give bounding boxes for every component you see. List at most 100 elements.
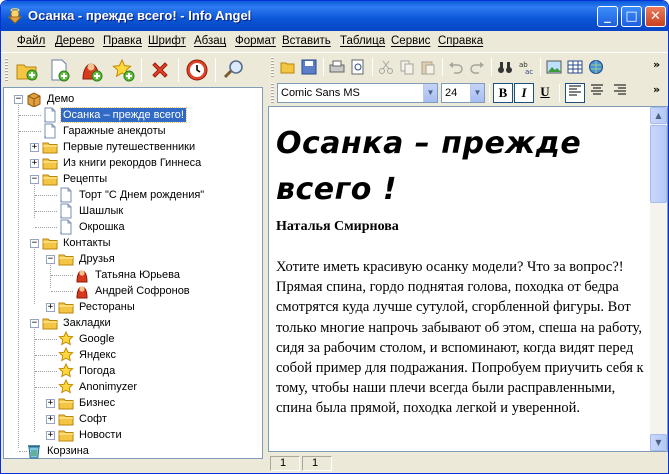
expand-toggle[interactable]: + — [30, 159, 39, 168]
tree-item-sofronov[interactable]: Андрей Софронов — [74, 283, 192, 299]
tree-item-google[interactable]: Google — [58, 331, 116, 347]
title-bar[interactable]: Осанка - прежде всего! - Info Angel _ □ … — [1, 1, 668, 31]
collapse-toggle[interactable]: − — [14, 95, 23, 104]
add-note-button[interactable] — [45, 56, 73, 84]
tree-item-puteshestvenniki[interactable]: Первые путешественники — [42, 139, 197, 155]
tree-item-osanka[interactable]: Осанка – прежде всего! — [42, 107, 187, 123]
maximize-button[interactable]: □ — [621, 6, 642, 27]
menu-insert[interactable]: Вставить — [282, 35, 331, 47]
paste-button[interactable] — [418, 57, 438, 77]
tree-item-tort[interactable]: Торт "С Днем рождения" — [58, 187, 206, 203]
tree-item-yurieva[interactable]: Татьяна Юрьева — [74, 267, 182, 283]
folder-icon — [58, 299, 74, 315]
collapse-toggle[interactable]: − — [46, 255, 55, 264]
search-button[interactable] — [220, 56, 248, 84]
add-contact-button[interactable] — [77, 56, 105, 84]
menu-file[interactable]: Файл — [17, 35, 45, 47]
expand-toggle[interactable]: + — [46, 399, 55, 408]
collapse-toggle[interactable]: − — [30, 319, 39, 328]
toolbar-grip[interactable] — [5, 58, 8, 82]
toolbar-grip[interactable] — [271, 57, 274, 77]
menu-tree[interactable]: Дерево — [55, 35, 94, 47]
scroll-thumb[interactable] — [650, 125, 667, 203]
align-center-button[interactable] — [587, 83, 607, 103]
tree-item-anekdoty[interactable]: Гаражные анекдоты — [42, 123, 168, 139]
tree-item-ginnes[interactable]: Из книги рекордов Гиннеса — [42, 155, 203, 171]
expand-toggle[interactable]: + — [46, 415, 55, 424]
scroll-down-button[interactable]: ▼ — [650, 434, 667, 451]
tree-item-pogoda[interactable]: Погода — [58, 363, 117, 379]
align-right-button[interactable] — [610, 83, 630, 103]
toolbar-overflow-chevron[interactable]: » — [653, 83, 660, 96]
status-column: 1 — [302, 456, 332, 471]
tree-item-anonimyzer[interactable]: Anonimyzer — [58, 379, 139, 395]
italic-button[interactable]: I — [514, 83, 534, 103]
font-size-select[interactable]: 24 ▼ — [441, 83, 485, 103]
scroll-up-button[interactable]: ▲ — [650, 107, 667, 124]
save-button[interactable] — [299, 57, 319, 77]
underline-button[interactable]: U — [535, 83, 555, 103]
toolbar-overflow-chevron[interactable]: » — [653, 58, 660, 71]
reminder-button[interactable] — [183, 56, 211, 84]
tree-item-biznes[interactable]: Бизнес — [58, 395, 117, 411]
expand-toggle[interactable]: + — [46, 431, 55, 440]
minimize-button[interactable]: _ — [597, 6, 618, 27]
notes-tree[interactable]: − Демо Осанка – прежде всего! Гаражные а… — [3, 87, 263, 459]
insert-picture-button[interactable] — [544, 57, 564, 77]
tree-item-shashlyk[interactable]: Шашлык — [58, 203, 125, 219]
copy-button[interactable] — [397, 57, 417, 77]
insert-table-button[interactable] — [565, 57, 585, 77]
replace-button[interactable]: ab ac — [516, 57, 536, 77]
redo-button[interactable] — [467, 57, 487, 77]
chevron-down-icon[interactable]: ▼ — [470, 84, 484, 102]
close-button[interactable]: ✕ — [645, 6, 666, 27]
font-family-select[interactable]: Comic Sans MS ▼ — [277, 83, 438, 103]
expand-toggle[interactable]: + — [46, 303, 55, 312]
menu-edit[interactable]: Правка — [103, 35, 142, 47]
tree-item-restorany[interactable]: Рестораны — [58, 299, 137, 315]
tree-item-recepty[interactable]: Рецепты — [42, 171, 109, 187]
menu-font[interactable]: Шрифт — [148, 35, 186, 47]
align-left-button[interactable] — [565, 83, 585, 103]
collapse-toggle[interactable]: − — [30, 175, 39, 184]
add-folder-button[interactable] — [13, 56, 41, 84]
menu-service[interactable]: Сервис — [391, 35, 430, 47]
bold-button[interactable]: B — [493, 83, 513, 103]
add-bookmark-button[interactable] — [109, 56, 137, 84]
tree-item-druzya[interactable]: Друзья — [58, 251, 117, 267]
editor-scrollbar[interactable]: ▲ ▼ — [650, 107, 667, 451]
cut-button[interactable] — [376, 57, 396, 77]
tree-item-okroshka[interactable]: Окрошка — [58, 219, 127, 235]
expand-toggle[interactable]: + — [30, 143, 39, 152]
menu-paragraph[interactable]: Абзац — [194, 35, 226, 47]
collapse-toggle[interactable]: − — [30, 239, 39, 248]
align-center-icon — [591, 84, 603, 95]
paste-icon — [421, 61, 435, 75]
note-icon — [58, 203, 74, 219]
document-author: Наталья Смирнова — [276, 219, 399, 234]
open-button[interactable] — [278, 57, 298, 77]
print-preview-button[interactable] — [348, 57, 368, 77]
toolbar-grip[interactable] — [271, 83, 274, 103]
tree-item-yandex[interactable]: Яндекс — [58, 347, 118, 363]
find-button[interactable] — [495, 57, 515, 77]
tree-item-novosti[interactable]: Новости — [58, 427, 124, 443]
menu-format[interactable]: Формат — [235, 35, 276, 47]
tree-item-demo[interactable]: Демо — [26, 91, 76, 107]
menu-table[interactable]: Таблица — [340, 35, 385, 47]
note-editor[interactable]: Осанка – прежде всего ! Наталья Смирнова… — [268, 106, 668, 452]
undo-button[interactable] — [446, 57, 466, 77]
status-line: 1 — [270, 456, 300, 471]
toolbar-separator — [323, 58, 324, 76]
tree-item-zakladki[interactable]: Закладки — [42, 315, 113, 331]
delete-button[interactable] — [146, 56, 174, 84]
print-button[interactable] — [327, 57, 347, 77]
clock-icon — [186, 59, 208, 81]
chevron-down-icon[interactable]: ▼ — [423, 84, 437, 102]
menu-help[interactable]: Справка — [438, 35, 483, 47]
insert-link-button[interactable] — [586, 57, 606, 77]
tree-item-korzina[interactable]: Корзина — [26, 443, 91, 459]
tree-item-soft[interactable]: Софт — [58, 411, 109, 427]
tree-connector — [35, 227, 57, 228]
tree-item-kontakty[interactable]: Контакты — [42, 235, 113, 251]
